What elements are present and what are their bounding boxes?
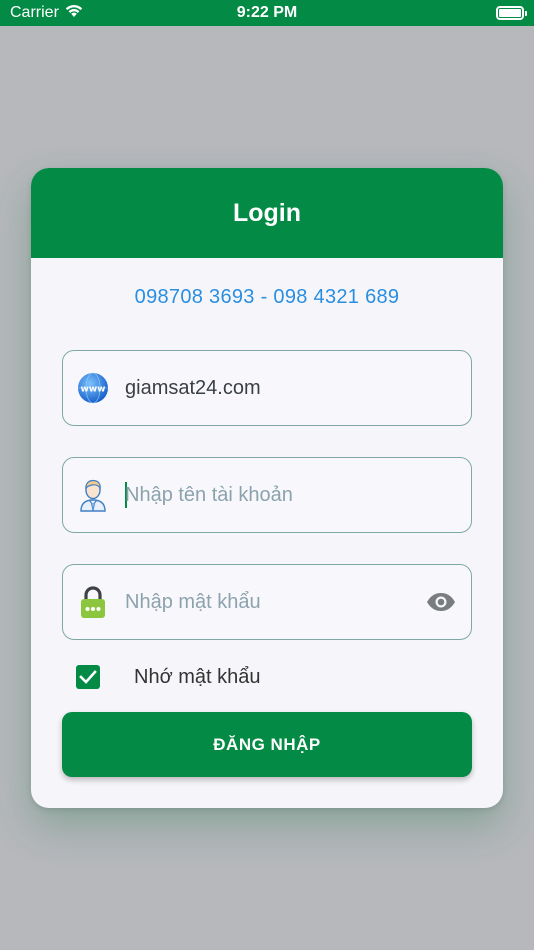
carrier-label: Carrier — [10, 4, 59, 21]
server-input[interactable] — [125, 376, 457, 400]
card-header: Login — [31, 168, 503, 258]
status-left: Carrier — [10, 4, 160, 23]
page-title: Login — [232, 198, 302, 227]
user-avatar-icon — [77, 479, 109, 512]
remember-label: Nhớ mật khẩu — [134, 665, 261, 688]
status-time: 9:22 PM — [236, 4, 298, 21]
www-globe-icon: www — [77, 372, 109, 404]
hotline-text[interactable]: 098708 3693 - 098 4321 689 — [31, 286, 503, 309]
remember-checkbox[interactable] — [76, 665, 100, 689]
login-button[interactable]: ĐĂNG NHẬP — [62, 712, 472, 777]
lock-icon — [77, 586, 109, 618]
password-field[interactable] — [62, 564, 472, 640]
eye-icon[interactable] — [425, 590, 457, 614]
username-field[interactable] — [62, 457, 472, 533]
wifi-icon — [65, 4, 83, 23]
status-right — [374, 6, 527, 20]
login-card: Login 098708 3693 - 098 4321 689 www gia… — [31, 168, 503, 808]
server-field[interactable]: www — [62, 350, 472, 426]
status-bar: Carrier 9:22 PM — [0, 0, 534, 26]
password-input[interactable] — [125, 590, 425, 614]
svg-text:www: www — [81, 385, 106, 395]
battery-icon — [496, 6, 527, 20]
check-icon — [79, 670, 97, 684]
remember-row[interactable]: Nhớ mật khẩu — [76, 664, 261, 690]
username-input[interactable] — [125, 483, 457, 507]
